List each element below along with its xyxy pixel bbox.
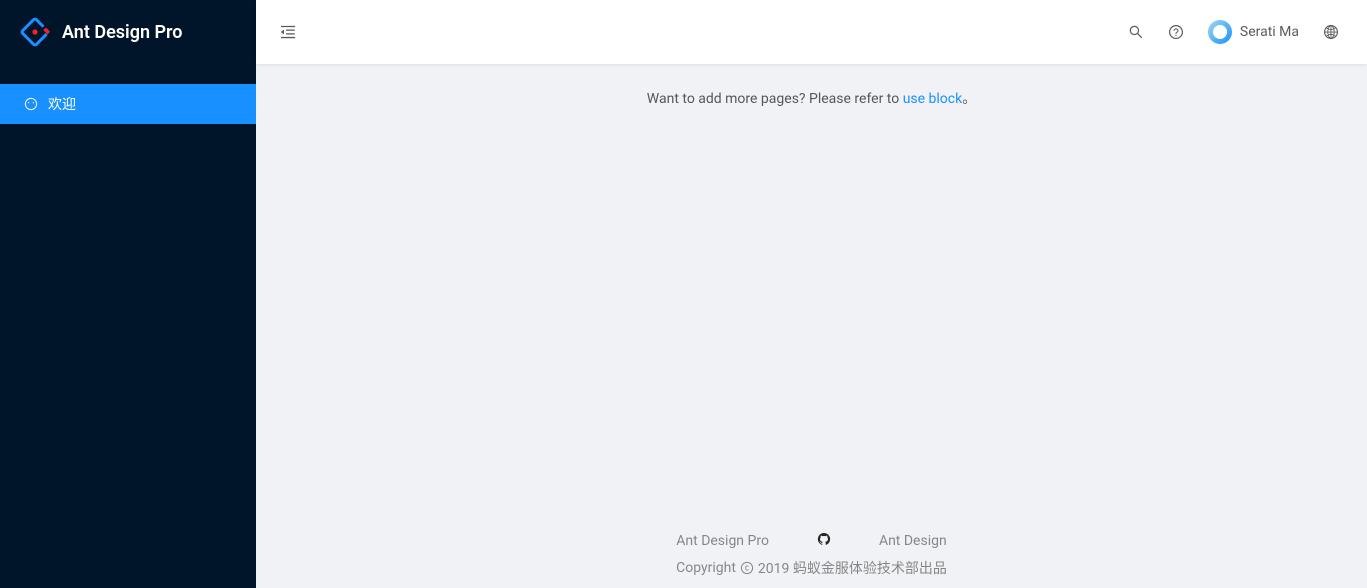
sidebar: Ant Design Pro 欢迎 <box>0 0 256 588</box>
footer-link-github[interactable] <box>817 532 831 550</box>
header-right: Serati Ma <box>1116 0 1351 64</box>
content: Want to add more pages? Please refer to … <box>256 64 1367 588</box>
sidebar-menu: 欢迎 <box>0 64 256 124</box>
logo-area[interactable]: Ant Design Pro <box>0 0 256 64</box>
footer-link-antd-pro[interactable]: Ant Design Pro <box>676 533 769 549</box>
copyright-after: 2019 蚂蚁金服体验技术部出品 <box>758 558 947 578</box>
footer-links: Ant Design Pro Ant Design <box>280 532 1343 550</box>
copyright-icon <box>740 561 754 575</box>
menu-fold-button[interactable] <box>256 0 320 64</box>
copyright-before: Copyright <box>676 560 736 576</box>
app-layout: Ant Design Pro 欢迎 <box>0 0 1367 588</box>
content-text-before: Want to add more pages? Please refer to <box>647 91 903 107</box>
avatar <box>1208 20 1232 44</box>
sidebar-item-welcome[interactable]: 欢迎 <box>0 84 256 124</box>
main-area: Serati Ma Want to add more pages? Please… <box>256 0 1367 588</box>
content-text-after: 。 <box>962 91 976 107</box>
logo-icon <box>20 17 50 47</box>
logo-title: Ant Design Pro <box>62 22 182 43</box>
sidebar-item-label: 欢迎 <box>48 94 76 114</box>
content-body: Want to add more pages? Please refer to … <box>256 64 1367 516</box>
footer-link-antd[interactable]: Ant Design <box>879 533 947 549</box>
github-icon <box>817 532 831 546</box>
language-button[interactable] <box>1311 0 1351 64</box>
header: Serati Ma <box>256 0 1367 64</box>
question-circle-icon <box>1168 24 1184 40</box>
search-icon <box>1128 24 1144 40</box>
globe-icon <box>1323 24 1339 40</box>
menu-fold-icon <box>279 23 297 41</box>
smile-icon <box>24 97 38 111</box>
footer: Ant Design Pro Ant Design Copyright <box>256 516 1367 588</box>
user-menu[interactable]: Serati Ma <box>1196 0 1311 64</box>
search-button[interactable] <box>1116 0 1156 64</box>
footer-copyright: Copyright 2019 蚂蚁金服体验技术部出品 <box>280 558 1343 578</box>
help-button[interactable] <box>1156 0 1196 64</box>
username-label: Serati Ma <box>1240 24 1299 40</box>
use-block-link[interactable]: use block <box>903 91 963 107</box>
